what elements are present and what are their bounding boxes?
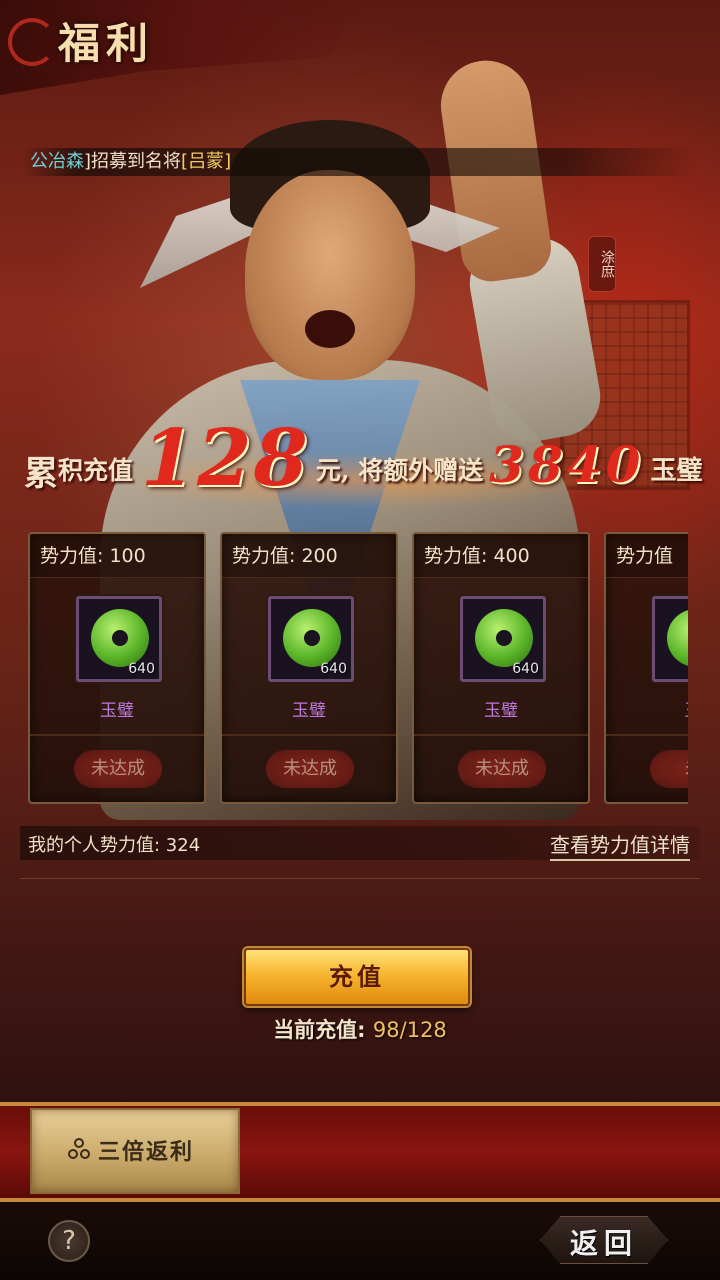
current-recharge-label: 当前充值: — [273, 1018, 373, 1042]
item-name: 玉璧 — [292, 701, 326, 721]
item-slot[interactable]: 640 — [268, 596, 354, 682]
card-threshold: 势力值: 100 — [30, 534, 204, 578]
status-badge: 未达成 — [266, 750, 354, 788]
promo-text-2: 元, 将额外赠送 — [315, 456, 484, 485]
jade-disc-icon — [91, 609, 149, 667]
promo-unit: 玉璧 — [650, 456, 703, 486]
card-divider — [222, 734, 396, 736]
card-divider — [606, 734, 688, 736]
status-badge: 未达成 — [458, 750, 546, 788]
reward-card[interactable]: 势力值: 400 640 玉璧 未达成 — [412, 532, 590, 804]
promo-text-1: 积充值 — [58, 456, 134, 485]
personal-power-label: 我的个人势力值: 324 — [28, 835, 201, 856]
jade-disc-icon — [475, 609, 533, 667]
triple-circle-icon — [68, 1138, 92, 1162]
ticker-text: 招募到名将 — [91, 151, 182, 172]
item-slot[interactable]: 640 — [76, 596, 162, 682]
promo-first-char: 累 — [24, 454, 58, 494]
promo-banner: 累 积充值 128 元, 将额外赠送 3840 玉璧 — [24, 415, 703, 499]
reward-cards: 势力值: 100 640 玉璧 未达成 势力值: 200 640 玉璧 未达成 … — [0, 532, 688, 806]
item-quantity: 640 — [512, 661, 539, 677]
item-name: 玉璧 — [484, 701, 518, 721]
ticker-hero-open: [ — [181, 151, 189, 172]
ticker-hero-name: 吕蒙 — [188, 151, 225, 172]
personal-power-bar: 我的个人势力值: 324 查看势力值详情 — [20, 826, 700, 861]
page-title: 福利 — [58, 19, 155, 68]
status-badge: 未 — [650, 750, 688, 788]
item-quantity: 640 — [128, 661, 155, 677]
tab-label: 三倍返利 — [98, 1140, 195, 1165]
jade-disc-icon — [667, 609, 688, 667]
card-divider — [30, 734, 204, 736]
card-threshold: 势力值: 200 — [222, 534, 396, 578]
reward-card[interactable]: 势力值: 100 640 玉璧 未达成 — [28, 532, 206, 804]
item-name: 玉 — [606, 696, 689, 721]
reward-card[interactable]: 势力值 640 玉 未 — [604, 532, 688, 804]
status-badge: 未达成 — [74, 750, 162, 788]
promo-bonus: 3840 — [489, 435, 645, 494]
hero-name-seal: 涂庶 — [588, 236, 616, 292]
help-button[interactable]: ? — [48, 1220, 90, 1262]
jade-disc-icon — [283, 609, 341, 667]
reward-card[interactable]: 势力值: 200 640 玉璧 未达成 — [220, 532, 398, 804]
ticker-player-name: 公冶森 — [30, 151, 84, 172]
swirl-icon — [8, 18, 56, 66]
recharge-button[interactable]: 充值 — [244, 948, 470, 1006]
ticker-bracket: ] — [84, 151, 92, 172]
item-name: 玉璧 — [100, 701, 134, 721]
back-button-label: 返回 — [569, 1227, 638, 1260]
tab-triple-rebate[interactable]: 三倍返利 — [30, 1108, 240, 1194]
ticker-hero-close: ] — [224, 151, 232, 172]
card-divider — [414, 734, 588, 736]
current-recharge-value: 98/128 — [372, 1018, 447, 1042]
hero-mouth — [305, 310, 355, 348]
current-recharge: 当前充值: 98/128 — [0, 1014, 720, 1044]
hero-head — [245, 170, 415, 380]
power-details-link[interactable]: 查看势力值详情 — [550, 829, 690, 861]
item-slot[interactable]: 640 — [460, 596, 546, 682]
card-threshold: 势力值: 400 — [414, 534, 588, 578]
back-button[interactable]: 返回 — [540, 1216, 668, 1264]
promo-amount: 128 — [141, 413, 310, 504]
news-ticker: 公冶森]招募到名将[吕蒙] — [22, 148, 698, 176]
item-quantity: 640 — [320, 661, 347, 677]
divider — [20, 878, 700, 879]
card-threshold: 势力值 — [606, 534, 688, 578]
item-slot[interactable]: 640 — [652, 596, 688, 682]
